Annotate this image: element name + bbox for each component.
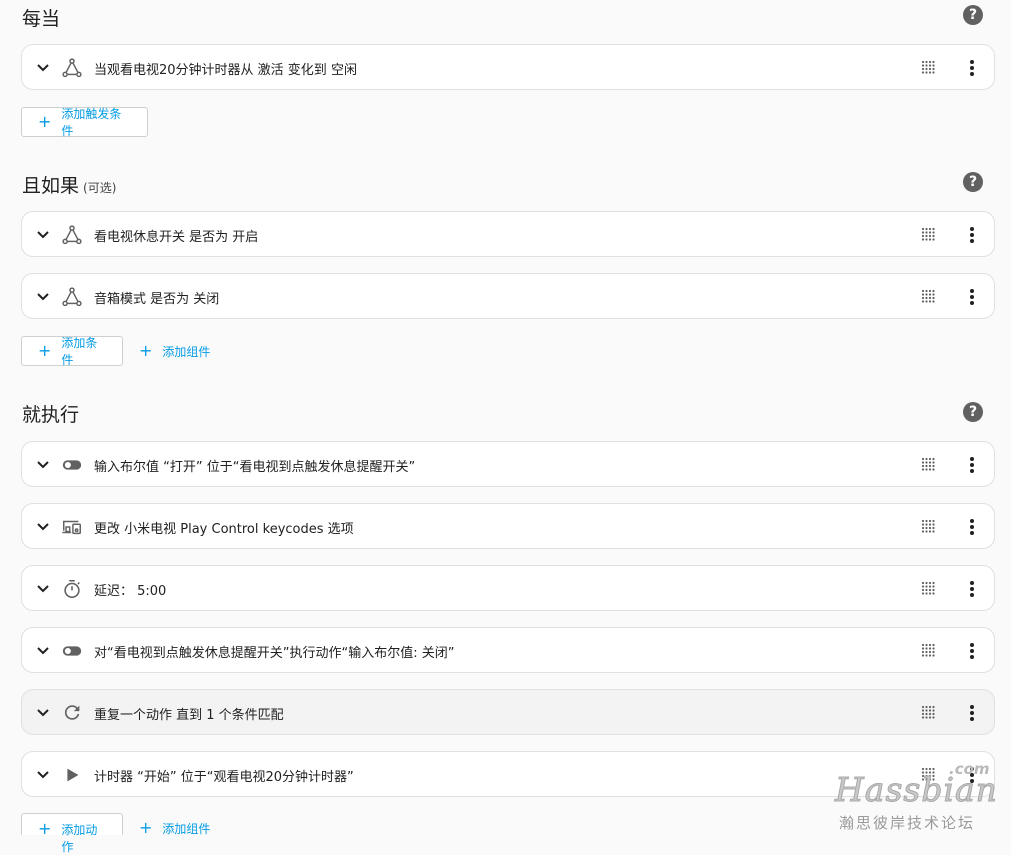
action-row[interactable]: 重复一个动作 直到 1 个条件匹配 <box>21 689 995 735</box>
action-label: 重复一个动作 直到 1 个条件匹配 <box>94 708 284 723</box>
drag-handle-icon[interactable] <box>921 227 935 241</box>
action-label: 计时器 “开始” 位于“观看电视20分钟计时器” <box>94 770 354 785</box>
conditions-title: 且如果 (可选) <box>22 171 116 198</box>
actions-help-icon[interactable]: ? <box>963 402 983 422</box>
condition-label: 音箱模式 是否为 关闭 <box>94 292 220 307</box>
action-label: 延迟： 5:00 <box>94 584 167 599</box>
chevron-down-icon[interactable] <box>35 226 51 242</box>
add-action-block-button[interactable]: + 添加组件 <box>123 813 229 837</box>
timer-icon <box>64 579 80 599</box>
trigger-label: 当观看电视20分钟计时器从 激活 变化到 空闲 <box>94 63 357 78</box>
triggers-title-text: 每当 <box>22 8 61 30</box>
drag-handle-icon[interactable] <box>921 519 935 533</box>
plus-icon: + <box>139 818 153 837</box>
conditions-title-text: 且如果 <box>22 175 80 197</box>
chevron-down-icon[interactable] <box>35 59 51 75</box>
action-row[interactable]: 更改 小米电视 Play Control keycodes 选项 <box>21 503 995 549</box>
entity-state-icon <box>62 58 82 78</box>
action-label: 对“看电视到点触发休息提醒开关”执行动作“输入布尔值: 关闭” <box>94 646 455 661</box>
drag-handle-icon[interactable] <box>921 643 935 657</box>
action-label: 更改 小米电视 Play Control keycodes 选项 <box>94 522 354 537</box>
chevron-down-icon[interactable] <box>35 642 51 658</box>
drag-handle-icon[interactable] <box>921 581 935 595</box>
refresh-icon <box>64 705 80 720</box>
triggers-title: 每当 <box>22 4 60 31</box>
actions-title-text: 就执行 <box>22 404 80 426</box>
chevron-down-icon[interactable] <box>35 704 51 720</box>
devices-icon <box>62 520 81 535</box>
more-vertical-icon[interactable] <box>962 455 982 475</box>
chevron-down-icon[interactable] <box>35 518 51 534</box>
add-condition-block-label: 添加组件 <box>162 344 211 359</box>
plus-icon: + <box>139 341 153 360</box>
more-vertical-icon[interactable] <box>962 703 982 723</box>
play-icon <box>67 768 79 782</box>
chevron-down-icon[interactable] <box>35 456 51 472</box>
action-row[interactable]: 输入布尔值 “打开” 位于“看电视到点触发休息提醒开关” <box>21 441 995 487</box>
watermark-subtitle: 瀚思彼岸技术论坛 <box>839 814 976 832</box>
chevron-down-icon[interactable] <box>35 766 51 782</box>
entity-state-icon <box>62 287 82 307</box>
add-trigger-button[interactable]: + 添加触发条件 <box>21 107 148 138</box>
condition-row[interactable]: 看电视休息开关 是否为 开启 <box>21 211 995 257</box>
more-vertical-icon[interactable] <box>962 517 982 537</box>
more-vertical-icon[interactable] <box>962 58 982 78</box>
drag-handle-icon[interactable] <box>921 705 935 719</box>
drag-handle-icon[interactable] <box>921 60 935 74</box>
actions-title: 就执行 <box>22 400 79 427</box>
conditions-optional-text: (可选) <box>83 181 117 195</box>
add-trigger-label: 添加触发条件 <box>61 107 122 138</box>
plus-icon: + <box>38 112 52 131</box>
add-action-label: 添加动作 <box>61 823 98 854</box>
drag-handle-icon[interactable] <box>921 457 935 471</box>
plus-icon: + <box>38 341 52 360</box>
chevron-down-icon[interactable] <box>35 288 51 304</box>
action-label: 输入布尔值 “打开” 位于“看电视到点触发休息提醒开关” <box>94 460 416 475</box>
condition-row[interactable]: 音箱模式 是否为 关闭 <box>21 273 995 319</box>
watermark-logo: .com Hassbian 瀚思彼岸技术论坛 <box>833 760 1008 832</box>
toggle-switch-icon <box>62 646 82 656</box>
more-vertical-icon[interactable] <box>962 225 982 245</box>
chevron-down-icon[interactable] <box>35 580 51 596</box>
add-condition-button[interactable]: + 添加条件 <box>21 336 123 367</box>
trigger-row[interactable]: 当观看电视20分钟计时器从 激活 变化到 空闲 <box>21 44 995 90</box>
add-action-button[interactable]: + 添加动作 <box>21 813 123 854</box>
conditions-help-icon[interactable]: ? <box>963 172 983 192</box>
add-condition-block-button[interactable]: + 添加组件 <box>123 336 229 366</box>
more-vertical-icon[interactable] <box>962 641 982 661</box>
add-action-block-label: 添加组件 <box>162 822 211 836</box>
entity-state-icon <box>62 225 82 245</box>
watermark-name: Hassbian <box>835 770 998 810</box>
condition-label: 看电视休息开关 是否为 开启 <box>94 230 259 245</box>
toggle-switch-icon <box>62 460 82 470</box>
action-row[interactable]: 延迟： 5:00 <box>21 565 995 611</box>
triggers-help-icon[interactable]: ? <box>963 5 983 25</box>
add-condition-label: 添加条件 <box>61 336 98 367</box>
more-vertical-icon[interactable] <box>962 287 982 307</box>
action-row[interactable]: 对“看电视到点触发休息提醒开关”执行动作“输入布尔值: 关闭” <box>21 627 995 673</box>
drag-handle-icon[interactable] <box>921 289 935 303</box>
more-vertical-icon[interactable] <box>962 579 982 599</box>
